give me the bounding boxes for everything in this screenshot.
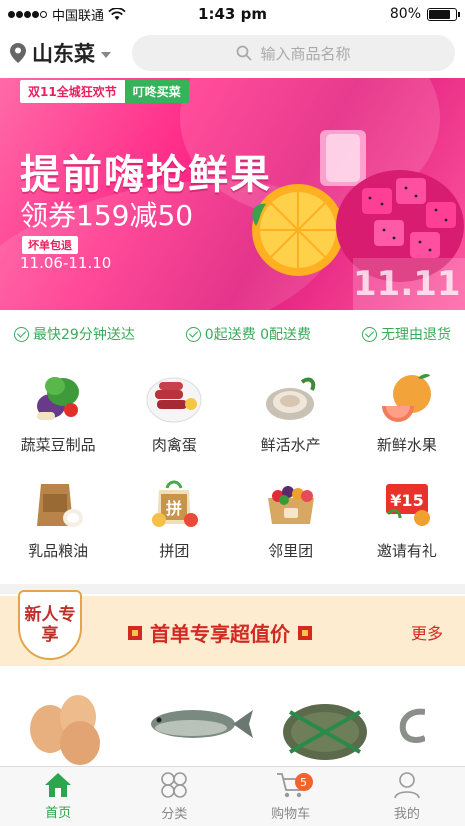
location-selector[interactable]: 山东菜 <box>10 38 132 68</box>
product-fish[interactable] <box>130 676 260 768</box>
category-neighbor-group[interactable]: 邻里团 <box>233 474 349 568</box>
seafood-icon <box>262 368 320 426</box>
group-buy-icon: 拼 <box>145 474 203 532</box>
category-label: 邀请有礼 <box>376 542 437 560</box>
category-label: 肉禽蛋 <box>151 436 197 454</box>
tab-label: 我的 <box>393 807 420 822</box>
promise-item: 0起送费 0配送费 <box>185 324 312 344</box>
category-grain-oil[interactable]: 乳品粮油 <box>0 474 116 568</box>
neighbor-group-icon <box>262 474 320 532</box>
tab-home[interactable]: 首页 <box>0 767 116 826</box>
eggs-image <box>30 695 100 765</box>
banner-tags: 双11全城狂欢节 叮咚买菜 <box>20 80 189 103</box>
festival-tag: 双11全城狂欢节 <box>20 80 125 103</box>
check-circle-icon <box>362 326 377 342</box>
category-label: 新鲜水果 <box>376 436 437 454</box>
city-label: 山东菜 <box>32 42 95 66</box>
promise-item: 最快29分钟送达 <box>14 324 135 344</box>
decor-square-icon <box>298 625 312 640</box>
more-link[interactable]: 更多 <box>411 620 443 644</box>
tab-profile[interactable]: 我的 <box>349 767 465 826</box>
battery-percent: 80% <box>389 6 421 22</box>
category-invite-gift[interactable]: ¥15 邀请有礼 <box>349 474 465 568</box>
tab-label: 首页 <box>45 806 72 821</box>
meat-icon <box>145 368 203 426</box>
banner-watermark: 11.11 <box>353 258 465 310</box>
promise-label: 最快29分钟送达 <box>33 327 135 343</box>
home-icon <box>45 773 72 797</box>
top-header: 山东菜 输入商品名称 <box>0 30 465 76</box>
crab-image <box>283 704 367 760</box>
carrier-label: 中国联通 <box>52 8 105 24</box>
new-user-title-row: 首单专享超值价 <box>128 618 312 647</box>
tab-label: 分类 <box>161 807 188 822</box>
category-grid: 蔬菜豆制品 肉禽蛋 鲜活水产 新鲜水果 乳品粮油 拼 拼团 邻里团 ¥15 邀请… <box>0 368 465 568</box>
status-right: 80% <box>287 6 460 22</box>
new-user-title: 首单专享超值价 <box>150 622 290 646</box>
app-screen: 中国联通 1:43 pm 80% 山东菜 输入商品名称 双11全城狂欢节 叮咚买… <box>0 0 465 826</box>
chevron-down-icon <box>101 52 111 58</box>
vegetables-icon <box>29 368 87 426</box>
category-label: 鲜活水产 <box>260 436 321 454</box>
svg-text:拼: 拼 <box>166 499 182 518</box>
wifi-icon <box>108 7 126 20</box>
category-label: 乳品粮油 <box>28 542 89 560</box>
promise-label: 0起送费 0配送费 <box>204 327 312 343</box>
category-seafood[interactable]: 鲜活水产 <box>233 368 349 462</box>
promo-banner[interactable]: 双11全城狂欢节 叮咚买菜 提前嗨抢鲜果 领券159减50 坏单包退 11.06… <box>0 78 465 310</box>
tab-category[interactable]: 分类 <box>116 767 232 826</box>
bottom-tab-bar: 首页 分类 5 购物车 我的 <box>0 766 465 826</box>
tab-label: 购物车 <box>271 807 311 822</box>
product-shrimp[interactable] <box>390 676 425 768</box>
cart-count-badge: 5 <box>294 773 313 791</box>
signal-icon <box>8 7 48 22</box>
banner-badge: 坏单包退 <box>22 236 78 254</box>
brand-tag: 叮咚买菜 <box>124 80 189 103</box>
check-circle-icon <box>14 326 29 342</box>
shrimp-image <box>399 708 425 743</box>
product-eggs[interactable] <box>0 676 130 768</box>
category-label: 邻里团 <box>268 542 314 560</box>
decor-square-icon <box>128 625 142 640</box>
location-pin-icon <box>10 43 26 63</box>
category-meat[interactable]: 肉禽蛋 <box>116 368 232 462</box>
search-placeholder: 输入商品名称 <box>260 44 351 63</box>
status-bar: 中国联通 1:43 pm 80% <box>0 0 465 28</box>
status-time: 1:43 pm <box>198 5 267 23</box>
product-crab[interactable] <box>260 676 390 768</box>
profile-icon <box>394 772 420 799</box>
banner-title: 提前嗨抢鲜果 <box>20 152 272 198</box>
promise-item: 无理由退货 <box>362 324 451 344</box>
grain-oil-icon <box>29 474 87 532</box>
invite-gift-icon: ¥15 <box>378 474 436 532</box>
check-circle-icon <box>185 326 201 342</box>
search-icon <box>237 45 253 61</box>
service-promises: 最快29分钟送达 0起送费 0配送费 无理由退货 <box>0 316 465 352</box>
category-label: 蔬菜豆制品 <box>20 436 96 454</box>
tab-cart[interactable]: 5 购物车 <box>233 767 349 826</box>
new-user-section[interactable]: 新人专享 首单专享超值价 更多 <box>0 590 465 666</box>
fish-image <box>151 710 253 738</box>
category-vegetables[interactable]: 蔬菜豆制品 <box>0 368 116 462</box>
battery-icon <box>427 7 460 21</box>
status-left: 中国联通 <box>8 5 178 24</box>
promise-label: 无理由退货 <box>381 327 451 343</box>
product-strip <box>0 676 465 768</box>
search-input[interactable]: 输入商品名称 <box>132 35 455 71</box>
category-icon <box>161 772 188 798</box>
category-label: 拼团 <box>159 542 190 560</box>
new-user-badge: 新人专享 <box>18 590 82 660</box>
banner-date: 11.06-11.10 <box>20 254 112 272</box>
banner-subtitle: 领券159减50 <box>20 199 194 232</box>
fruit-icon <box>378 368 436 426</box>
svg-text:¥15: ¥15 <box>390 491 423 510</box>
category-group-buy[interactable]: 拼 拼团 <box>116 474 232 568</box>
category-fruit[interactable]: 新鲜水果 <box>349 368 465 462</box>
